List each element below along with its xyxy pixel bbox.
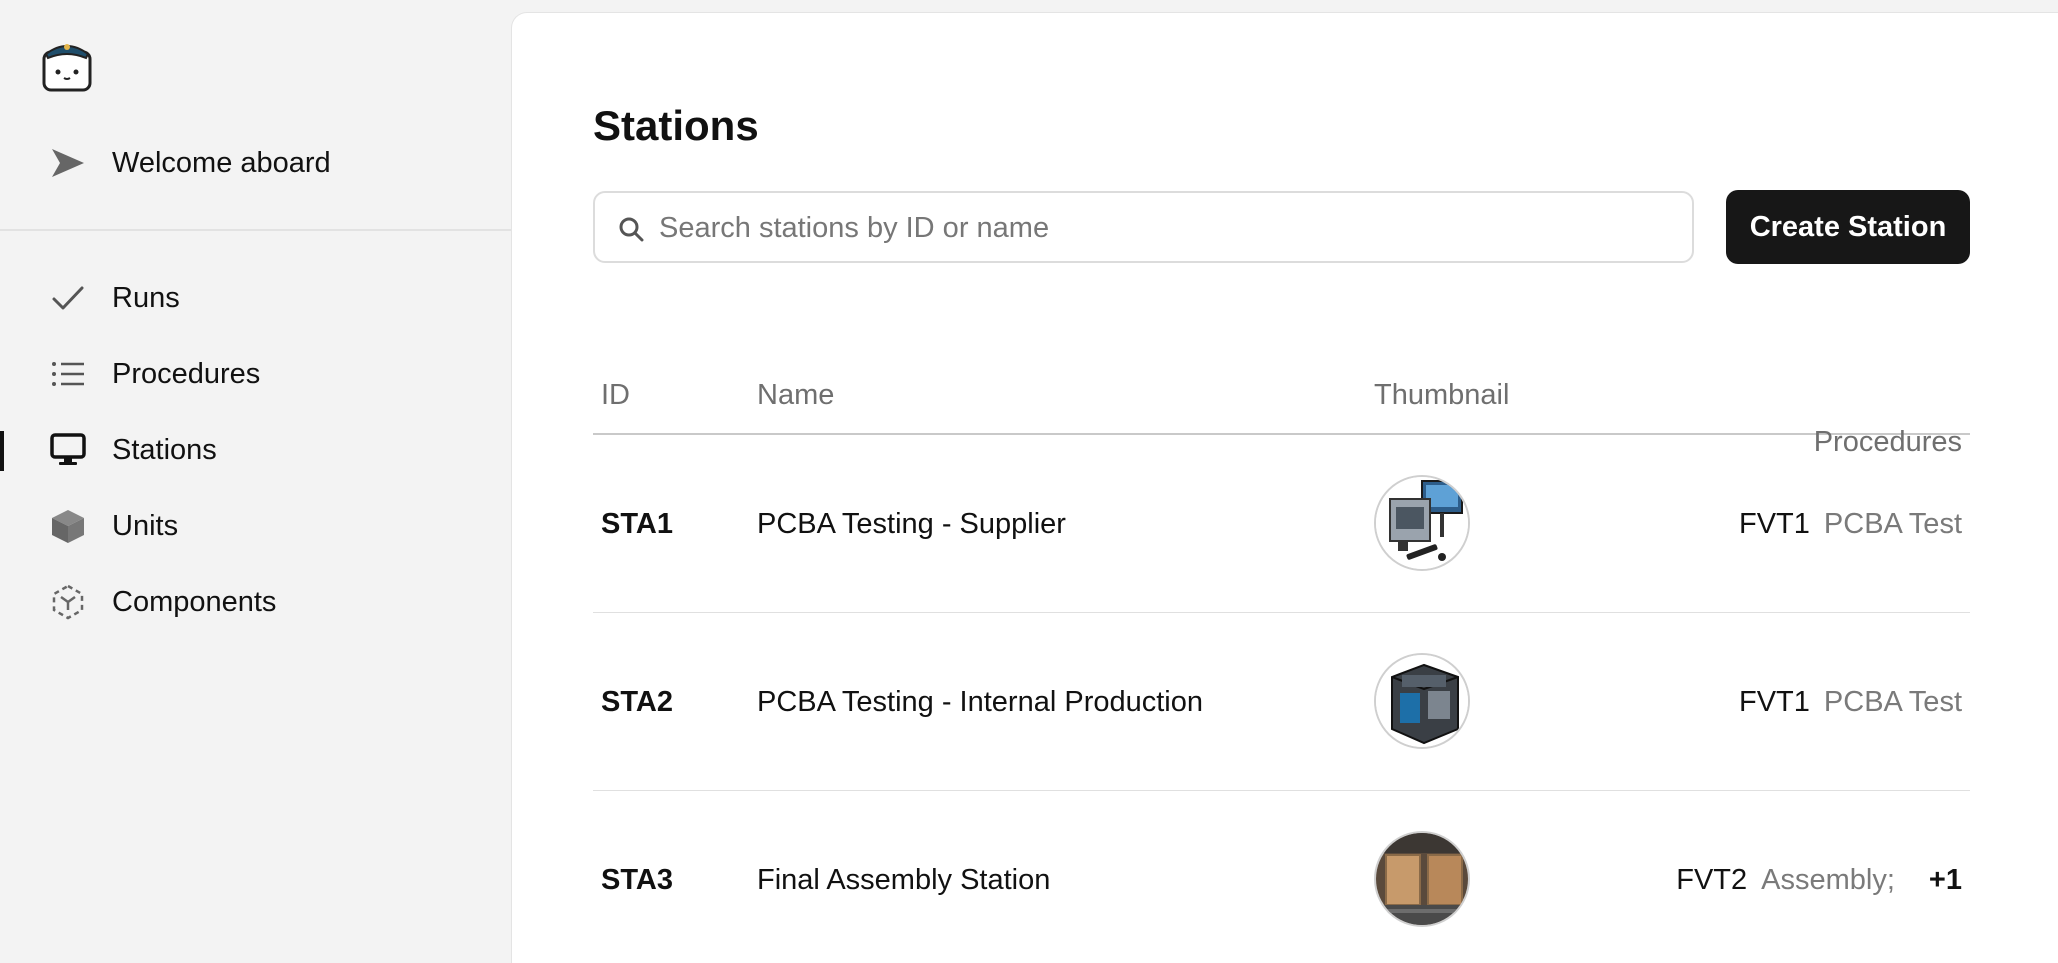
- station-thumbnail: [1374, 475, 1470, 571]
- sidebar-item-stations[interactable]: Stations: [0, 419, 511, 481]
- station-id: STA3: [601, 864, 673, 896]
- welcome-nav-item[interactable]: Welcome aboard: [0, 130, 511, 194]
- app-logo-icon[interactable]: [40, 36, 94, 94]
- search-input[interactable]: [659, 207, 1669, 249]
- search-box[interactable]: [593, 191, 1694, 263]
- station-name: PCBA Testing - Internal Production: [757, 686, 1203, 718]
- procedure-tags: FVT1 PCBA Test: [1739, 506, 1962, 542]
- table-row[interactable]: STA3 Final Assembly Station FVT2 Assembl…: [593, 791, 1970, 963]
- welcome-label: Welcome aboard: [112, 147, 331, 179]
- column-header-id[interactable]: ID: [601, 377, 630, 413]
- procedure-name: Assembly;: [1761, 864, 1895, 896]
- sidebar-item-label: Stations: [112, 434, 217, 466]
- sidebar-item-label: Components: [112, 586, 277, 618]
- main-panel: Stations Create Station ID Name Thumbnai…: [511, 12, 2058, 963]
- procedure-tags: FVT1 PCBA Test: [1739, 684, 1962, 720]
- station-thumbnail: [1374, 653, 1470, 749]
- procedure-code[interactable]: FVT1: [1739, 506, 1810, 542]
- list-icon: [48, 356, 88, 392]
- sidebar-item-runs[interactable]: Runs: [0, 267, 511, 329]
- page-title: Stations: [593, 102, 759, 149]
- table-row[interactable]: STA1 PCBA Testing - Supplier FVT1 PCBA T: [593, 435, 1970, 613]
- procedure-code[interactable]: FVT2: [1676, 862, 1747, 898]
- component-icon: [48, 584, 88, 620]
- cube-icon: [48, 508, 88, 544]
- sidebar-item-label: Units: [112, 510, 179, 542]
- column-header-thumbnail: Thumbnail: [1374, 379, 1510, 411]
- procedure-name: PCBA Test: [1823, 508, 1962, 540]
- search-icon: [617, 215, 645, 243]
- sidebar-item-procedures[interactable]: Procedures: [0, 343, 511, 405]
- station-id: STA2: [601, 686, 673, 718]
- sidebar-divider: [0, 229, 511, 231]
- sidebar: Welcome aboard Runs Procedures Stations: [0, 0, 511, 963]
- sidebar-item-label: Runs: [112, 282, 180, 314]
- paper-plane-icon: [48, 146, 88, 180]
- table-row[interactable]: STA2 PCBA Testing - Internal Production …: [593, 613, 1970, 791]
- procedure-code[interactable]: FVT1: [1739, 684, 1810, 720]
- station-thumbnail: [1374, 831, 1470, 927]
- procedure-tags: FVT2 Assembly; +1: [1676, 862, 1962, 898]
- stations-table: ID Name Thumbnail Procedures STA1 PCBA T…: [593, 353, 1970, 963]
- create-station-button[interactable]: Create Station: [1726, 190, 1970, 264]
- station-name: Final Assembly Station: [757, 864, 1051, 896]
- station-name: PCBA Testing - Supplier: [757, 508, 1066, 540]
- procedure-name: PCBA Test: [1823, 686, 1962, 718]
- sidebar-item-label: Procedures: [112, 358, 261, 390]
- monitor-icon: [48, 432, 88, 468]
- sidebar-item-units[interactable]: Units: [0, 495, 511, 557]
- more-procedures-badge[interactable]: +1: [1929, 862, 1962, 898]
- column-header-name[interactable]: Name: [757, 377, 834, 413]
- table-header: ID Name Thumbnail Procedures: [593, 353, 1970, 458]
- sidebar-item-components[interactable]: Components: [0, 571, 511, 633]
- check-icon: [48, 280, 88, 316]
- station-id: STA1: [601, 508, 673, 540]
